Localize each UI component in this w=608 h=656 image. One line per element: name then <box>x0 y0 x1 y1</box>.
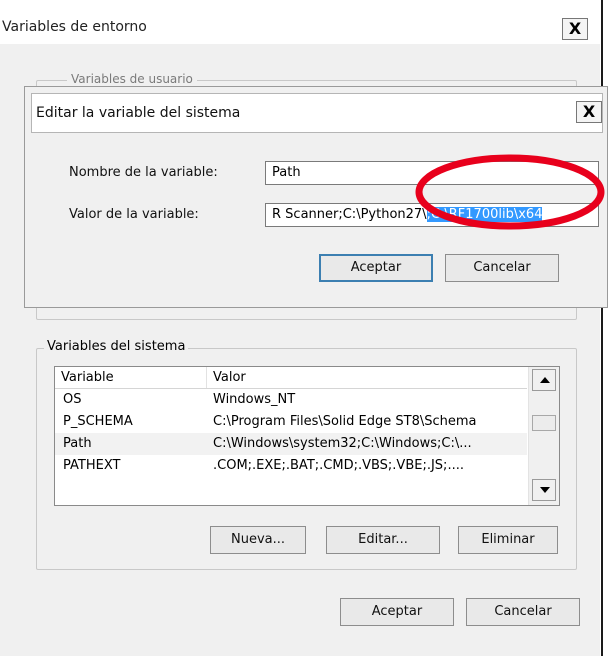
row-value: C:\Windows\system32;C:\Windows;C:\... <box>213 436 472 451</box>
edit-variable-dialog: Editar la variable del sistema X Nombre … <box>24 86 608 308</box>
column-header-variable[interactable]: Variable <box>55 367 207 388</box>
window-close-button[interactable]: X <box>562 18 588 40</box>
system-variables-legend: Variables del sistema <box>44 339 189 354</box>
row-variable: PATHEXT <box>63 458 121 473</box>
dialog-titlebar: Editar la variable del sistema X <box>31 93 603 133</box>
row-value: Windows_NT <box>213 392 296 407</box>
list-scrollbar[interactable] <box>528 367 559 505</box>
dialog-ok-button[interactable]: Aceptar <box>319 254 433 282</box>
table-row[interactable]: OS Windows_NT <box>55 389 527 411</box>
column-header-value[interactable]: Valor <box>207 367 527 388</box>
window-titlebar: Variables de entorno X <box>0 0 600 44</box>
variable-name-input[interactable]: Path <box>265 161 599 185</box>
close-icon: X <box>568 19 582 38</box>
row-variable: Path <box>63 436 92 451</box>
variable-value-input[interactable]: R Scanner;C:\Python27\;C:\RF1700lib\x64 <box>265 203 599 227</box>
table-row[interactable]: PATHEXT .COM;.EXE;.BAT;.CMD;.VBS;.VBE;.J… <box>55 455 527 477</box>
table-row[interactable]: P_SCHEMA C:\Program Files\Solid Edge ST8… <box>55 411 527 433</box>
user-variables-legend: Variables de usuario <box>67 72 197 86</box>
dialog-close-button[interactable]: X <box>576 101 602 123</box>
edit-variable-button[interactable]: Editar... <box>326 526 440 554</box>
row-value: C:\Program Files\Solid Edge ST8\Schema <box>213 414 477 429</box>
new-variable-button[interactable]: Nueva... <box>210 526 306 554</box>
close-icon: X <box>582 102 596 121</box>
outer-cancel-button[interactable]: Cancelar <box>466 598 580 626</box>
table-row[interactable]: Path C:\Windows\system32;C:\Windows;C:\.… <box>55 433 527 455</box>
dialog-title: Editar la variable del sistema <box>36 105 241 121</box>
delete-variable-button[interactable]: Eliminar <box>458 526 558 554</box>
variable-value-selection: ;C:\RF1700lib\x64 <box>426 207 543 222</box>
outer-ok-button[interactable]: Aceptar <box>340 598 454 626</box>
window-title: Variables de entorno <box>2 19 147 35</box>
row-value: .COM;.EXE;.BAT;.CMD;.VBS;.VBE;.JS;.... <box>213 458 464 473</box>
variable-name-label: Nombre de la variable: <box>69 165 218 180</box>
scroll-thumb[interactable] <box>532 415 556 431</box>
row-variable: P_SCHEMA <box>63 414 133 429</box>
variable-value-text: R Scanner;C:\Python27\ <box>272 207 427 222</box>
dialog-cancel-button[interactable]: Cancelar <box>445 254 559 282</box>
variable-value-label: Valor de la variable: <box>69 207 199 222</box>
triangle-down-icon <box>540 487 550 493</box>
scroll-down-button[interactable] <box>532 479 556 501</box>
scroll-up-button[interactable] <box>532 369 556 391</box>
row-variable: OS <box>63 392 82 407</box>
variable-name-value: Path <box>272 165 301 180</box>
triangle-up-icon <box>540 377 550 383</box>
list-header: Variable Valor <box>55 367 527 389</box>
system-variables-list[interactable]: Variable Valor OS Windows_NT P_SCHEMA C:… <box>54 366 560 506</box>
